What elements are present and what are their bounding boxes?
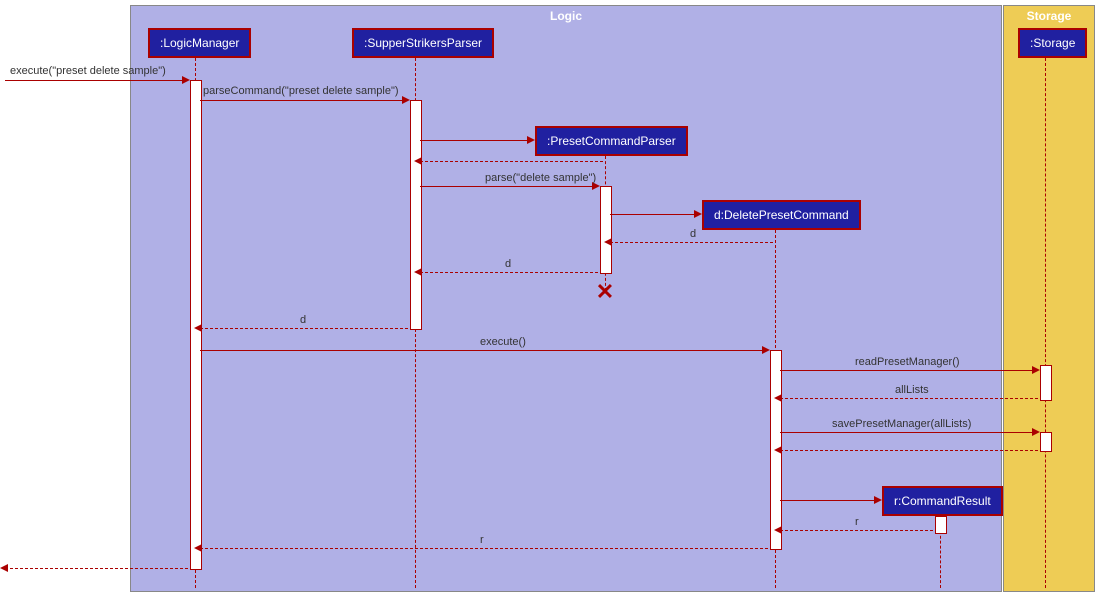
- arrowhead-save-return: [774, 446, 782, 454]
- arrow-create-pcp: [420, 140, 533, 141]
- arrow-parse: [420, 186, 598, 187]
- arrowhead-create-dpc: [694, 210, 702, 218]
- arrow-read-preset-manager: [780, 370, 1038, 371]
- lifeline-storage: [1045, 58, 1046, 588]
- arrowhead-create-cr: [874, 496, 882, 504]
- activation-preset-command-parser: [600, 186, 612, 274]
- arrow-return-d2: [420, 272, 598, 273]
- arrowhead-read-preset-manager: [1032, 366, 1040, 374]
- arrow-save-preset-manager: [780, 432, 1038, 433]
- arrowhead-return-d3: [194, 324, 202, 332]
- msg-parse: parse("delete sample"): [485, 172, 596, 184]
- msg-return-r2: r: [480, 534, 484, 546]
- activation-supper-strikers-parser-1: [410, 100, 422, 330]
- arrowhead-execute-2: [762, 346, 770, 354]
- arrow-parse-command: [200, 100, 408, 101]
- arrow-create-cr: [780, 500, 880, 501]
- arrow-all-lists: [780, 398, 1038, 399]
- arrowhead-create-pcp: [527, 136, 535, 144]
- participant-storage: :Storage: [1018, 28, 1087, 58]
- participant-command-result: r:CommandResult: [882, 486, 1003, 516]
- msg-return-d2: d: [505, 258, 511, 270]
- arrow-return-external: [5, 568, 188, 569]
- arrowhead-return-r1: [774, 526, 782, 534]
- arrowhead-return-d2: [414, 268, 422, 276]
- participant-logic-manager: :LogicManager: [148, 28, 251, 58]
- msg-execute-1: execute("preset delete sample"): [10, 65, 166, 77]
- frame-label-logic: Logic: [540, 6, 592, 26]
- msg-return-d1: d: [690, 228, 696, 240]
- arrow-return-r1: [780, 530, 933, 531]
- arrow-execute-1: [5, 80, 188, 81]
- frame-storage: Storage: [1003, 5, 1095, 592]
- arrow-return-d1: [610, 242, 773, 243]
- participant-supper-strikers-parser: :SupperStrikersParser: [352, 28, 494, 58]
- arrow-save-return: [780, 450, 1038, 451]
- msg-return-r1: r: [855, 516, 859, 528]
- arrowhead-return-d1: [604, 238, 612, 246]
- arrowhead-parse-command: [402, 96, 410, 104]
- activation-storage-1: [1040, 365, 1052, 401]
- msg-parse-command: parseCommand("preset delete sample"): [203, 85, 399, 97]
- arrowhead-all-lists: [774, 394, 782, 402]
- arrowhead-return-r2: [194, 544, 202, 552]
- msg-save-preset-manager: savePresetManager(allLists): [832, 418, 971, 430]
- msg-return-d3: d: [300, 314, 306, 326]
- activation-command-result: [935, 516, 947, 534]
- frame-label-storage: Storage: [1017, 6, 1082, 26]
- activation-storage-2: [1040, 432, 1052, 452]
- arrowhead-save-preset-manager: [1032, 428, 1040, 436]
- participant-delete-preset-command: d:DeletePresetCommand: [702, 200, 861, 230]
- arrow-return-d3: [200, 328, 408, 329]
- arrow-create-dpc: [610, 214, 700, 215]
- msg-all-lists: allLists: [895, 384, 929, 396]
- arrowhead-return-external: [0, 564, 8, 572]
- destroy-pcp: ✕: [594, 281, 616, 303]
- msg-execute-2: execute(): [480, 336, 526, 348]
- arrowhead-return-pcp-create: [414, 157, 422, 165]
- participant-preset-command-parser: :PresetCommandParser: [535, 126, 688, 156]
- arrowhead-execute-1: [182, 76, 190, 84]
- arrow-execute-2: [200, 350, 768, 351]
- arrow-return-r2: [200, 548, 768, 549]
- arrow-return-pcp-create: [420, 161, 603, 162]
- msg-read-preset-manager: readPresetManager(): [855, 356, 960, 368]
